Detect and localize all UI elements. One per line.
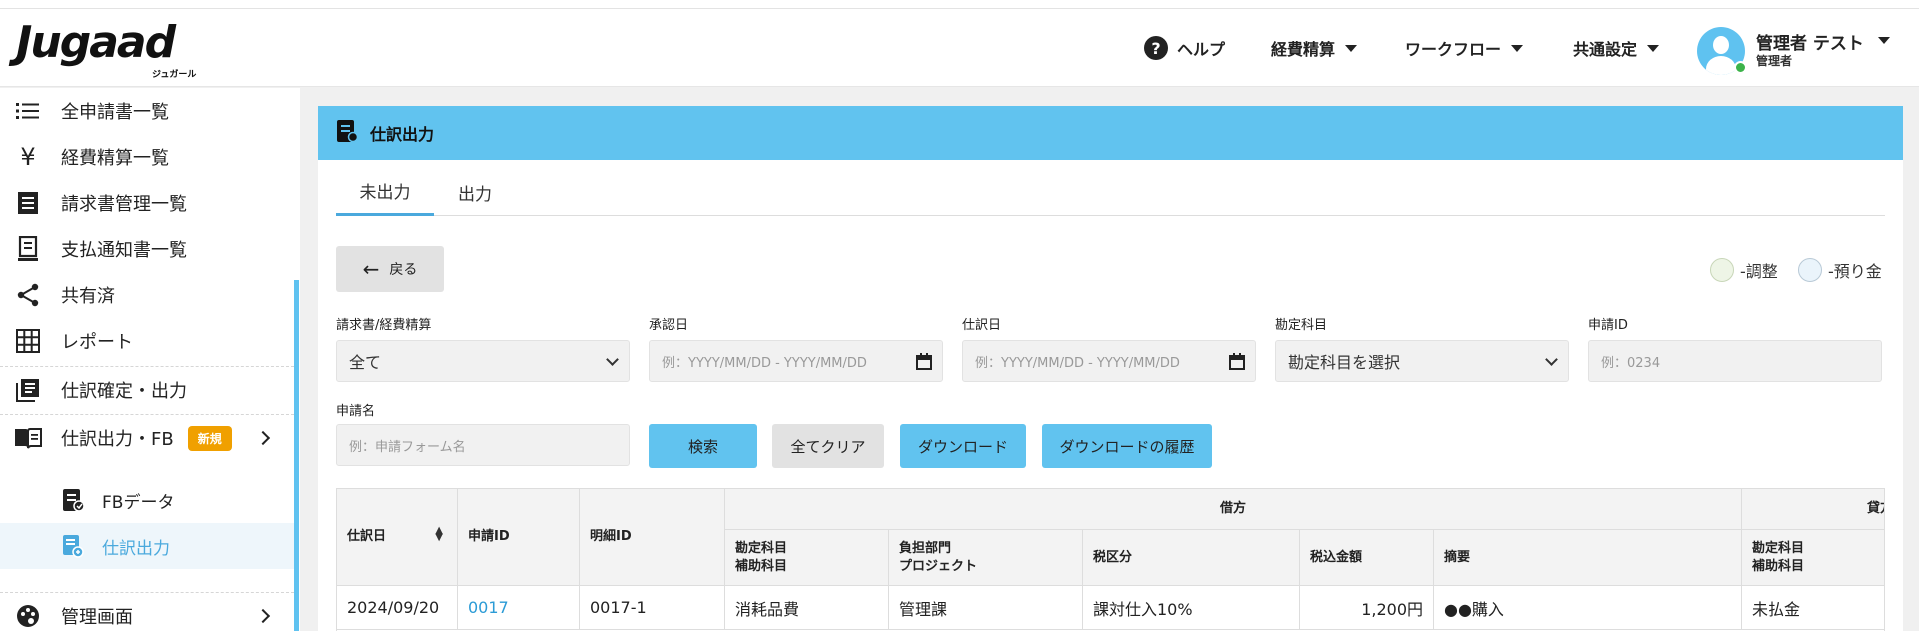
share-icon (13, 280, 43, 310)
clear-all-button[interactable]: 全てクリア (772, 424, 884, 468)
sidebar-item-all-requests[interactable]: 全申請書一覧 (0, 88, 294, 134)
page-title: 仕訳出力 (370, 125, 435, 144)
sidebar-item-journal-confirm[interactable]: 仕訳確定・出力 (0, 367, 294, 413)
account-label: 勘定科目 (1275, 318, 1328, 333)
sidebar-scrollbar[interactable] (294, 280, 299, 631)
sidebar-item-report[interactable]: レポート (0, 318, 294, 364)
col-detail-id: 明細ID (580, 489, 725, 586)
download-button[interactable]: ダウンロード (900, 424, 1026, 468)
tab-bar: 未出力 出力 (336, 168, 1885, 216)
menu-workflow[interactable]: ワークフロー (1405, 9, 1524, 87)
menu-common-settings[interactable]: 共通設定 (1573, 9, 1660, 87)
col-credit-account: 勘定科目 補助科目 (1742, 530, 1884, 586)
journal-table: 仕訳日 ▲▼ 申請ID 明細ID 借方 貸方 勘定科目 補助科目 負担部門 プロ… (336, 488, 1885, 631)
type-filter-label: 請求書/経費精算 (336, 318, 432, 333)
arrow-left-icon: ← (362, 257, 380, 281)
sidebar-item-admin[interactable]: 管理画面 (0, 593, 294, 631)
download-history-button[interactable]: ダウンロードの履歴 (1042, 424, 1212, 468)
sidebar-item-payment-notices[interactable]: 支払通知書一覧 (0, 226, 294, 272)
table-row-summary: ●●購入 (1434, 586, 1742, 630)
legend-deposit: -預り金 (1798, 258, 1882, 282)
search-button[interactable]: 検索 (649, 424, 757, 468)
table-row-amount: 1,200円 (1300, 586, 1434, 630)
journal-output-card: 仕訳出力 未出力 出力 ← 戻る -調整 -預り金 請求書/経費精算 全て 承認… (318, 106, 1903, 631)
col-group-debit: 借方 (725, 489, 1742, 530)
invoice-icon (13, 188, 43, 218)
document-icon (336, 119, 359, 147)
journal-date-input[interactable]: 例：YYYY/MM/DD - YYYY/MM/DD (962, 340, 1256, 382)
palette-icon (13, 601, 43, 631)
col-tax-incl-amount: 税込金額 (1300, 530, 1434, 586)
table-row-journal-date: 2024/09/20 (337, 586, 458, 630)
library-icon (13, 375, 43, 405)
online-status-icon (1734, 61, 1747, 74)
request-name-input[interactable]: 例：申請フォーム名 (336, 424, 630, 466)
sidebar-item-invoices[interactable]: 請求書管理一覧 (0, 180, 294, 226)
chevron-down-icon (1647, 44, 1660, 52)
top-border (0, 0, 1919, 9)
grid-icon (13, 326, 43, 356)
chevron-down-icon (606, 353, 619, 366)
col-request-id: 申請ID (458, 489, 580, 586)
request-id-label: 申請ID (1588, 318, 1628, 333)
request-id-link[interactable]: 0017 (468, 598, 509, 617)
sidebar-item-shared[interactable]: 共有済 (0, 272, 294, 318)
back-button[interactable]: ← 戻る (336, 246, 444, 292)
request-name-label: 申請名 (336, 404, 376, 419)
request-id-input[interactable]: 例：0234 (1588, 340, 1882, 382)
receipt-icon (13, 234, 43, 264)
approval-date-label: 承認日 (649, 318, 689, 333)
help-icon: ? (1144, 36, 1168, 60)
table-row-detail-id: 0017-1 (580, 586, 725, 630)
sidebar-item-journal-output[interactable]: 仕訳出力 (0, 523, 294, 569)
chevron-right-icon (255, 430, 271, 446)
col-dept-project: 負担部門 プロジェクト (889, 530, 1083, 586)
tab-unoutput[interactable]: 未出力 (336, 168, 434, 216)
journal-date-label: 仕訳日 (962, 318, 1002, 333)
list-icon (13, 96, 43, 126)
user-role: 管理者 (1756, 54, 1793, 68)
jugaad-logo[interactable]: Jugaad ジュガール (16, 19, 206, 81)
table-row-tax-category: 課対仕入10% (1083, 586, 1300, 630)
chevron-down-icon (1545, 353, 1558, 366)
account-select[interactable]: 勘定科目を選択 (1275, 340, 1569, 382)
sidebar-item-expenses[interactable]: ¥ 経費精算一覧 (0, 134, 294, 180)
help-link[interactable]: ? ヘルプ (1144, 9, 1225, 87)
new-badge: 新規 (187, 425, 232, 451)
col-summary: 摘要 (1434, 530, 1742, 586)
sidebar: 全申請書一覧 ¥ 経費精算一覧 請求書管理一覧 支払通知書一覧 共有済 レポート… (0, 88, 300, 631)
user-menu-chevron-icon[interactable] (1878, 37, 1890, 44)
card-header: 仕訳出力 (318, 106, 1903, 160)
journal-output-icon (58, 531, 88, 561)
user-name[interactable]: 管理者 テスト (1756, 29, 1864, 54)
chevron-down-icon (1511, 44, 1524, 52)
sort-icon[interactable]: ▲ ▼ (435, 526, 443, 543)
sidebar-item-fb-data[interactable]: FBデータ (0, 477, 294, 523)
col-group-credit: 貸方 (1742, 489, 1884, 530)
chevron-right-icon (255, 608, 271, 624)
table-row-request-id: 0017 (458, 586, 580, 630)
adjustment-color-icon (1710, 258, 1734, 282)
tab-output[interactable]: 出力 (436, 168, 514, 216)
calendar-icon[interactable] (916, 353, 932, 374)
menu-expense[interactable]: 経費精算 (1271, 9, 1358, 87)
table-row-account: 消耗品費 (725, 586, 889, 630)
main-content: 仕訳出力 未出力 出力 ← 戻る -調整 -預り金 請求書/経費精算 全て 承認… (300, 88, 1919, 631)
approval-date-input[interactable]: 例：YYYY/MM/DD - YYYY/MM/DD (649, 340, 943, 382)
legend-adjustment: -調整 (1710, 258, 1778, 282)
book-icon (13, 423, 43, 453)
top-header: Jugaad ジュガール ? ヘルプ 経費精算 ワークフロー 共通設定 管理者 … (0, 9, 1919, 87)
calendar-icon[interactable] (1229, 353, 1245, 374)
type-filter-select[interactable]: 全て (336, 340, 630, 382)
table-row-credit-account: 未払金 (1742, 586, 1884, 630)
deposit-color-icon (1798, 258, 1822, 282)
sidebar-item-journal-fb[interactable]: 仕訳出力・FB 新規 (0, 415, 294, 461)
yen-icon: ¥ (20, 143, 36, 171)
col-debit-account: 勘定科目 補助科目 (725, 530, 889, 586)
col-journal-date[interactable]: 仕訳日 ▲ ▼ (337, 489, 458, 586)
col-tax-category: 税区分 (1083, 530, 1300, 586)
chevron-down-icon (1345, 44, 1358, 52)
fb-data-icon (58, 485, 88, 515)
table-row-dept: 管理課 (889, 586, 1083, 630)
